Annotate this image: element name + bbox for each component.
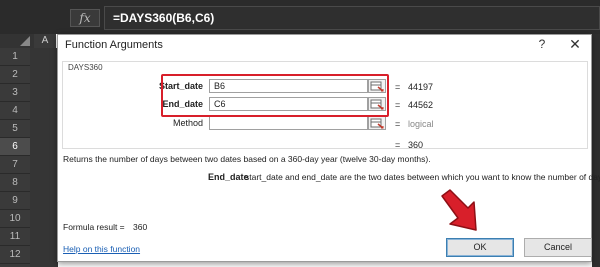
insert-function-icon[interactable]: fx [70, 9, 100, 27]
row-header[interactable]: 8 [0, 174, 30, 192]
formula-result: Formula result = 360 [63, 222, 147, 232]
cancel-button[interactable]: Cancel [524, 238, 592, 257]
help-on-function-link[interactable]: Help on this function [63, 244, 140, 254]
argument-help-label: End_date [208, 172, 249, 182]
function-arguments-dialog: Function Arguments ? ✕ DAYS360 Start_dat… [57, 34, 600, 262]
function-name-label: DAYS360 [66, 63, 105, 72]
end-date-result: 44562 [408, 100, 434, 110]
formula-bar[interactable]: =DAYS360(B6,C6) [104, 6, 600, 30]
row-header[interactable]: 9 [0, 192, 30, 210]
row-headers: 1 2 3 4 5 6 7 8 9 10 11 12 [0, 48, 30, 267]
arguments-highlight-box [161, 74, 389, 117]
row-header[interactable]: 3 [0, 84, 30, 102]
row-header[interactable]: 11 [0, 228, 30, 246]
sheet-grid[interactable] [30, 48, 58, 267]
equals-sign: = [395, 82, 401, 92]
equals-sign: = [395, 119, 401, 129]
method-result: logical [408, 119, 434, 129]
method-label: Method [172, 118, 203, 128]
row-header[interactable]: 4 [0, 102, 30, 120]
help-button[interactable]: ? [536, 37, 548, 51]
sheet-edge [592, 34, 600, 267]
dialog-title: Function Arguments [65, 39, 163, 51]
collapse-dialog-icon[interactable] [368, 116, 386, 130]
start-date-result: 44197 [408, 82, 434, 92]
formula-result-label: Formula result = [63, 222, 125, 232]
select-all-triangle-icon [20, 36, 30, 46]
function-result-value: 360 [408, 140, 424, 150]
ok-button[interactable]: OK [446, 238, 514, 257]
formula-result-value: 360 [133, 222, 148, 232]
row-header[interactable]: 10 [0, 210, 30, 228]
row-header[interactable]: 7 [0, 156, 30, 174]
row-header[interactable]: 12 [0, 246, 30, 264]
method-input[interactable] [209, 116, 368, 130]
equals-sign: = [395, 100, 401, 110]
argument-help-text: start_date and end_date are the two date… [245, 172, 600, 182]
close-button[interactable]: ✕ [568, 36, 582, 53]
row-header[interactable]: 5 [0, 120, 30, 138]
red-pointer-arrow-icon [441, 189, 477, 231]
row-header-selected[interactable]: 6 [0, 138, 30, 156]
row-header[interactable]: 1 [0, 48, 30, 66]
equals-sign: = [395, 140, 401, 150]
row-header[interactable]: 2 [0, 66, 30, 84]
column-header-a[interactable]: A [34, 34, 56, 48]
function-description: Returns the number of days between two d… [63, 154, 431, 164]
